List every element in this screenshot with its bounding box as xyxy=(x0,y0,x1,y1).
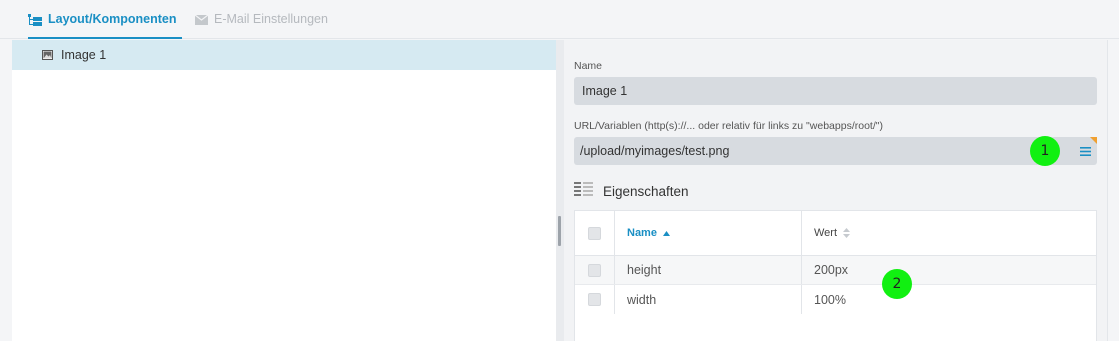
tab-bar: Layout/Komponenten E-Mail Einstellungen xyxy=(0,0,1119,39)
row-name-cell[interactable]: width xyxy=(615,285,802,314)
table-row[interactable]: width 100% xyxy=(575,285,1096,314)
row-checkbox[interactable] xyxy=(588,263,601,277)
url-menu-button[interactable] xyxy=(1077,143,1093,159)
grid-header: Name Wert xyxy=(575,211,1096,256)
sort-ascending-icon xyxy=(662,230,670,236)
sort-unsorted-icon xyxy=(843,228,851,238)
envelope-icon xyxy=(194,13,208,27)
tab-email-settings[interactable]: E-Mail Einstellungen xyxy=(194,12,328,39)
name-field-label: Name xyxy=(574,60,603,72)
header-value-cell: Wert xyxy=(802,211,1096,255)
url-field-value: /upload/myimages/test.png xyxy=(580,144,730,158)
row-name: width xyxy=(627,292,657,307)
tree-structure-icon xyxy=(28,13,42,27)
splitter-grip[interactable] xyxy=(558,216,561,246)
tab-email-settings-label: E-Mail Einstellungen xyxy=(214,12,328,26)
annotation-marker-2: 2 xyxy=(882,269,912,299)
name-field[interactable]: Image 1 xyxy=(574,77,1097,105)
tab-layout-components[interactable]: Layout/Komponenten xyxy=(28,12,182,39)
annotation-marker-1: 1 xyxy=(1030,136,1060,166)
row-checkbox[interactable] xyxy=(588,293,601,306)
tab-layout-components-label: Layout/Komponenten xyxy=(48,12,177,26)
pane-splitter[interactable] xyxy=(556,40,564,341)
tree-item-label: Image 1 xyxy=(61,48,107,62)
row-value-cell[interactable]: 100% xyxy=(802,285,1096,314)
sort-name-header[interactable]: Name xyxy=(627,227,670,239)
name-field-value: Image 1 xyxy=(582,84,628,98)
right-edge-strip xyxy=(1107,40,1119,341)
row-name-cell[interactable]: height xyxy=(615,256,802,284)
header-name-cell: Name xyxy=(615,211,802,255)
row-value: 100% xyxy=(814,292,846,307)
select-all-checkbox[interactable] xyxy=(588,226,601,240)
properties-section-title: Eigenschaften xyxy=(574,181,689,201)
row-checkbox-cell xyxy=(575,256,615,284)
row-value-cell[interactable]: 200px xyxy=(802,256,1096,284)
property-list-icon xyxy=(574,182,593,200)
hamburger-icon xyxy=(1079,146,1091,156)
url-field[interactable]: /upload/myimages/test.png xyxy=(574,137,1097,165)
image-icon xyxy=(42,48,53,63)
header-checkbox-cell xyxy=(575,211,615,255)
header-name-label: Name xyxy=(627,227,657,239)
row-name: height xyxy=(627,263,662,277)
tree-item-image-1[interactable]: Image 1 xyxy=(12,40,556,70)
sort-value-header[interactable]: Wert xyxy=(814,227,851,239)
row-checkbox-cell xyxy=(575,285,615,314)
table-row[interactable]: height 200px xyxy=(575,256,1096,285)
url-field-label: URL/Variablen (http(s)://... oder relati… xyxy=(574,120,883,132)
properties-grid: Name Wert height 200px width 100% xyxy=(574,210,1097,341)
header-value-label: Wert xyxy=(814,227,838,239)
row-value: 200px xyxy=(814,263,849,277)
component-tree: Image 1 xyxy=(12,40,556,341)
properties-title-text: Eigenschaften xyxy=(603,183,689,199)
detail-pane: Name Image 1 URL/Variablen (http(s)://..… xyxy=(564,40,1107,341)
